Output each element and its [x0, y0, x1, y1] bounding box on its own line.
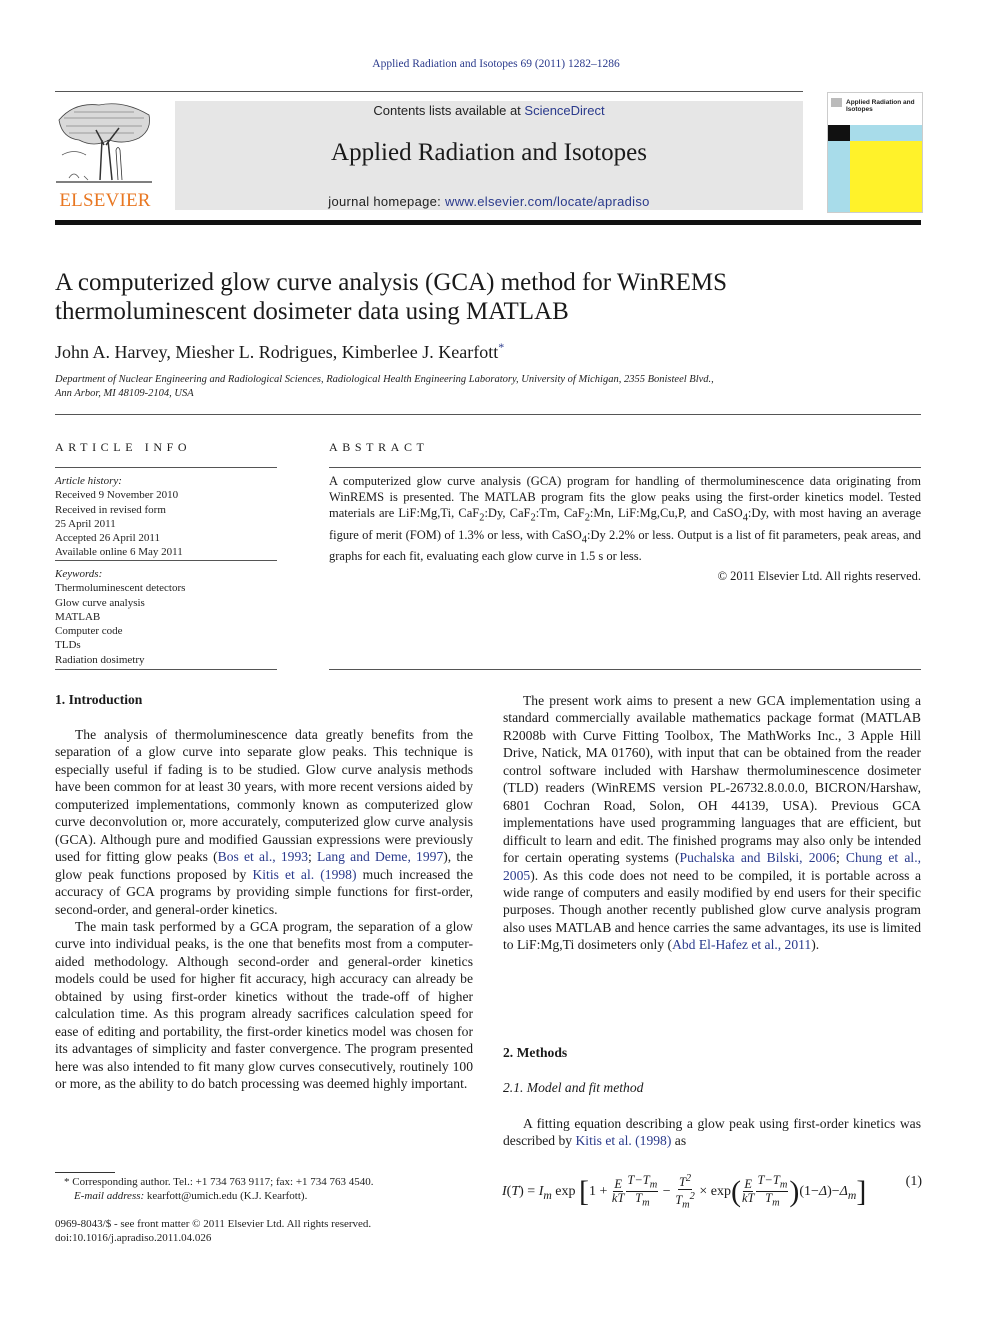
authors: John A. Harvey, Miesher L. Rodrigues, Ki… [55, 340, 504, 363]
equation-1: I(T) = Im exp [1 + EkT T−Tm Tm − T2 Tm2 × e… [502, 1163, 922, 1211]
ref-bos-1993[interactable]: Bos et al., 1993 [218, 849, 308, 864]
sciencedirect-link[interactable]: ScienceDirect [524, 103, 604, 118]
article-info-rule [55, 467, 277, 468]
journal-citation[interactable]: Applied Radiation and Isotopes 69 (2011)… [0, 58, 992, 70]
intro-paragraph-2: The main task performed by a GCA program… [55, 918, 473, 1092]
issn-doi: 0969-8043/$ - see front matter © 2011 El… [55, 1217, 485, 1245]
contents-line: Contents lists available at ScienceDirec… [175, 103, 803, 118]
author-list: John A. Harvey, Miesher L. Rodrigues, Ki… [55, 342, 499, 362]
journal-cover-thumbnail[interactable]: Applied Radiation and Isotopes [827, 92, 923, 213]
doi-line[interactable]: doi:10.1016/j.apradiso.2011.04.026 [55, 1231, 485, 1245]
section-heading-methods: 2. Methods [503, 1045, 568, 1060]
journal-title: Applied Radiation and Isotopes [331, 139, 647, 166]
email-footnote: E-mail address: kearfott@umich.edu (K.J.… [74, 1190, 308, 1202]
ref-kitis-1998[interactable]: Kitis et al. (1998) [252, 867, 356, 882]
affiliation-line-2: Ann Arbor, MI 48109-2104, USA [55, 388, 194, 399]
abstract-text: A computerized glow curve analysis (GCA)… [329, 474, 922, 564]
corresponding-author-footnote: * Corresponding author. Tel.: +1 734 763… [64, 1176, 374, 1188]
ref-puchalska-2006[interactable]: Puchalska and Bilski, 2006 [680, 850, 836, 865]
homepage-link[interactable]: www.elsevier.com/locate/apradiso [445, 194, 650, 209]
methods-paragraph-1: A fitting equation describing a glow pea… [503, 1116, 921, 1149]
issn-line: 0969-8043/$ - see front matter © 2011 El… [55, 1218, 372, 1230]
corresponding-author-mark[interactable]: * [498, 340, 504, 354]
elsevier-wordmark: ELSEVIER [59, 190, 151, 211]
article-title: A computerized glow curve analysis (GCA)… [55, 268, 925, 326]
methods-paragraph: A fitting equation describing a glow pea… [503, 1115, 921, 1150]
contents-prefix: Contents lists available at [373, 103, 525, 118]
keyword-item: MATLAB [55, 610, 101, 623]
email-address[interactable]: kearfott@umich.edu (K.J. Kearfott). [147, 1190, 307, 1202]
intro-left-column: The analysis of thermoluminescence data … [55, 726, 473, 1093]
section-heading-introduction: 1. Introduction [55, 692, 143, 707]
elsevier-logo: ELSEVIER [54, 100, 156, 212]
history-item: Available online 6 May 2011 [55, 546, 183, 559]
title-rule [55, 414, 921, 415]
title-line-2: thermoluminescent dosimeter data using M… [55, 298, 569, 325]
keyword-item: Radiation dosimetry [55, 653, 145, 666]
keywords-label: Keywords: [55, 568, 103, 580]
ref-kitis-1998-methods[interactable]: Kitis et al. (1998) [575, 1133, 671, 1148]
equation-body: I(T) = Im exp [1 + EkT T−Tm Tm − T2 Tm2 × e… [502, 1172, 867, 1211]
homepage-line: journal homepage: www.elsevier.com/locat… [175, 194, 803, 209]
history-item: 25 April 2011 [55, 517, 116, 530]
abstract-rule [329, 467, 921, 468]
footnote-rule [55, 1172, 115, 1173]
article-info-heading: ARTICLE INFO [55, 440, 192, 454]
ref-lang-deme-1997[interactable]: Lang and Deme, 1997 [317, 849, 443, 864]
subsection-heading-model: 2.1. Model and fit method [503, 1080, 644, 1095]
cover-title: Applied Radiation and Isotopes [846, 99, 915, 113]
header-thick-rule [55, 220, 921, 225]
article-history: Article history: Received 9 November 201… [55, 474, 277, 560]
intro-paragraph-1: The analysis of thermoluminescence data … [55, 727, 473, 917]
affiliation: Department of Nuclear Engineering and Ra… [55, 373, 925, 401]
keyword-item: Computer code [55, 625, 123, 638]
keyword-item: TLDs [55, 639, 81, 652]
history-item: Received in revised form [55, 503, 166, 516]
abstract-copyright: © 2011 Elsevier Ltd. All rights reserved… [717, 569, 921, 583]
history-rule [55, 560, 277, 561]
keyword-item: Glow curve analysis [55, 596, 145, 609]
journal-banner: Contents lists available at ScienceDirec… [175, 101, 803, 210]
equation-number: (1) [905, 1174, 922, 1189]
title-line-1: A computerized glow curve analysis (GCA)… [55, 269, 728, 296]
keyword-item: Thermoluminescent detectors [55, 582, 186, 595]
keywords-rule [55, 669, 277, 670]
keywords: Keywords: Thermoluminescent detectors Gl… [55, 567, 277, 667]
ref-abd-el-hafez-2011[interactable]: Abd El-Hafez et al., 2011 [672, 937, 811, 952]
footnotes: * Corresponding author. Tel.: +1 734 763… [64, 1175, 484, 1203]
tree-logo-icon [56, 103, 152, 183]
intro-paragraph-3: The present work aims to present a new G… [503, 693, 921, 953]
cover-atom-icon [828, 125, 850, 141]
history-label: Article history: [55, 475, 122, 487]
abstract-bottom-rule [329, 669, 921, 670]
intro-right-column: The present work aims to present a new G… [503, 692, 921, 954]
homepage-prefix: journal homepage: [328, 194, 445, 209]
cover-mini-logo-icon [831, 98, 842, 107]
cover-yellow-panel [850, 141, 922, 212]
history-item: Accepted 26 April 2011 [55, 532, 160, 545]
abstract-heading: ABSTRACT [329, 440, 429, 454]
header-rule [55, 91, 803, 92]
affiliation-line-1: Department of Nuclear Engineering and Ra… [55, 374, 714, 385]
history-item: Received 9 November 2010 [55, 489, 179, 502]
